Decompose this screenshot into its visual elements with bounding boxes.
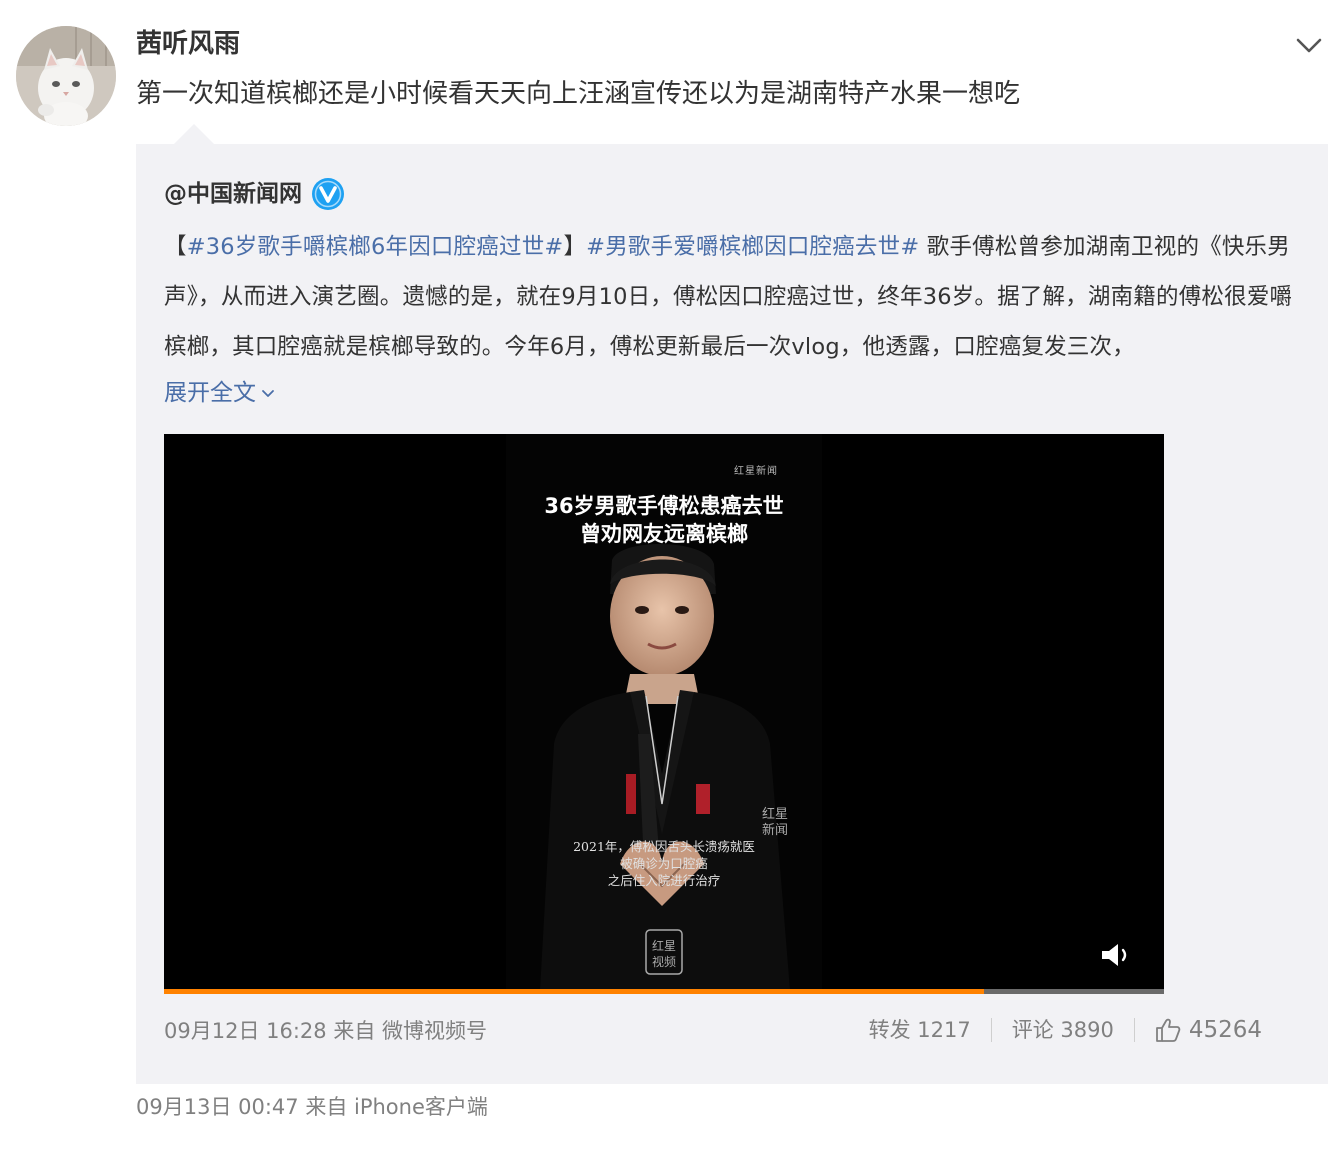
topic-link-2[interactable]: #男歌手爱嚼槟榔因口腔癌去世# bbox=[586, 234, 919, 260]
volume-icon[interactable] bbox=[1100, 942, 1134, 968]
thumbs-up-icon bbox=[1155, 1018, 1181, 1042]
video-progress-bar[interactable] bbox=[164, 989, 1164, 994]
chevron-small-down-icon bbox=[262, 390, 274, 397]
repost-source[interactable]: 来自 微博视频号 bbox=[333, 1019, 487, 1043]
expand-label[interactable]: 展开全文 bbox=[164, 376, 256, 410]
expand-full-text-link[interactable]: 展开全文 bbox=[164, 376, 276, 410]
repost-pointer bbox=[174, 124, 214, 144]
repost-author[interactable]: @中国新闻网 bbox=[164, 178, 344, 210]
avatar[interactable] bbox=[16, 26, 116, 126]
svg-text:新闻: 新闻 bbox=[762, 822, 788, 838]
video-caption-line-1: 2021年，傅松因舌头长溃疡就医 bbox=[573, 839, 755, 854]
comment-count: 评论 3890 bbox=[1011, 1018, 1114, 1042]
bracket-close: 】 bbox=[563, 234, 587, 260]
video-caption: 2021年，傅松因舌头长溃疡就医 被确诊为口腔癌 之后住入院进行治疗 bbox=[524, 838, 804, 889]
repost-actions: 转发 1217 评论 3890 45264 bbox=[849, 1014, 1282, 1046]
repost-card: @中国新闻网 【#36岁歌手嚼槟榔6年因口腔癌过世#】#男歌手爱嚼槟榔因口腔癌去… bbox=[136, 144, 1328, 1084]
post-meta: 09月13日 00:47 来自 iPhone客户端 bbox=[136, 1092, 488, 1122]
repost-time[interactable]: 09月12日 16:28 bbox=[164, 1019, 327, 1043]
verified-icon bbox=[312, 178, 344, 210]
video-progress-fill bbox=[164, 989, 984, 994]
post-source[interactable]: 来自 iPhone客户端 bbox=[305, 1095, 488, 1119]
avatar-image bbox=[16, 26, 116, 126]
video-caption-line-3: 之后住入院进行治疗 bbox=[607, 873, 721, 888]
repost-meta: 09月12日 16:28 来自 微博视频号 bbox=[164, 1016, 487, 1046]
video-title-line-1: 36岁男歌手傅松患癌去世 bbox=[544, 494, 784, 518]
repost-author-name[interactable]: @中国新闻网 bbox=[164, 178, 302, 210]
like-button[interactable]: 45264 bbox=[1135, 1014, 1282, 1046]
like-count: 45264 bbox=[1188, 1017, 1262, 1043]
video-person-image: 红星 新闻 红星 视频 bbox=[540, 543, 790, 990]
post-username[interactable]: 茜听风雨 bbox=[136, 26, 240, 62]
repost-count: 转发 1217 bbox=[868, 1018, 971, 1042]
weibo-post: 茜听风雨 第一次知道槟榔还是小时候看天天向上汪涵宣传还以为是湖南特产水果一想吃 … bbox=[0, 0, 1344, 1156]
video-logo: 红星新闻 bbox=[734, 466, 778, 477]
bracket-open: 【 bbox=[164, 234, 187, 260]
repost-text: 【#36岁歌手嚼槟榔6年因口腔癌过世#】#男歌手爱嚼槟榔因口腔癌去世# 歌手傅松… bbox=[164, 222, 1304, 372]
comment-count-button[interactable]: 评论 3890 bbox=[992, 1014, 1134, 1046]
post-text: 第一次知道槟榔还是小时候看天天向上汪涵宣传还以为是湖南特产水果一想吃 bbox=[136, 79, 1021, 109]
svg-text:红星: 红星 bbox=[652, 938, 676, 953]
video-caption-line-2: 被确诊为口腔癌 bbox=[620, 856, 708, 871]
chevron-down-icon[interactable] bbox=[1294, 30, 1324, 60]
svg-text:视频: 视频 bbox=[652, 954, 676, 969]
topic-link-1[interactable]: #36岁歌手嚼槟榔6年因口腔癌过世# bbox=[187, 234, 564, 260]
post-time[interactable]: 09月13日 00:47 bbox=[136, 1095, 299, 1119]
svg-text:红星: 红星 bbox=[762, 806, 788, 822]
repost-count-button[interactable]: 转发 1217 bbox=[849, 1014, 991, 1046]
video-player[interactable]: 红星新闻 36岁男歌手傅松患癌去世 曾劝网友远离槟榔 红星 新闻 红星 视频 2… bbox=[164, 434, 1164, 994]
